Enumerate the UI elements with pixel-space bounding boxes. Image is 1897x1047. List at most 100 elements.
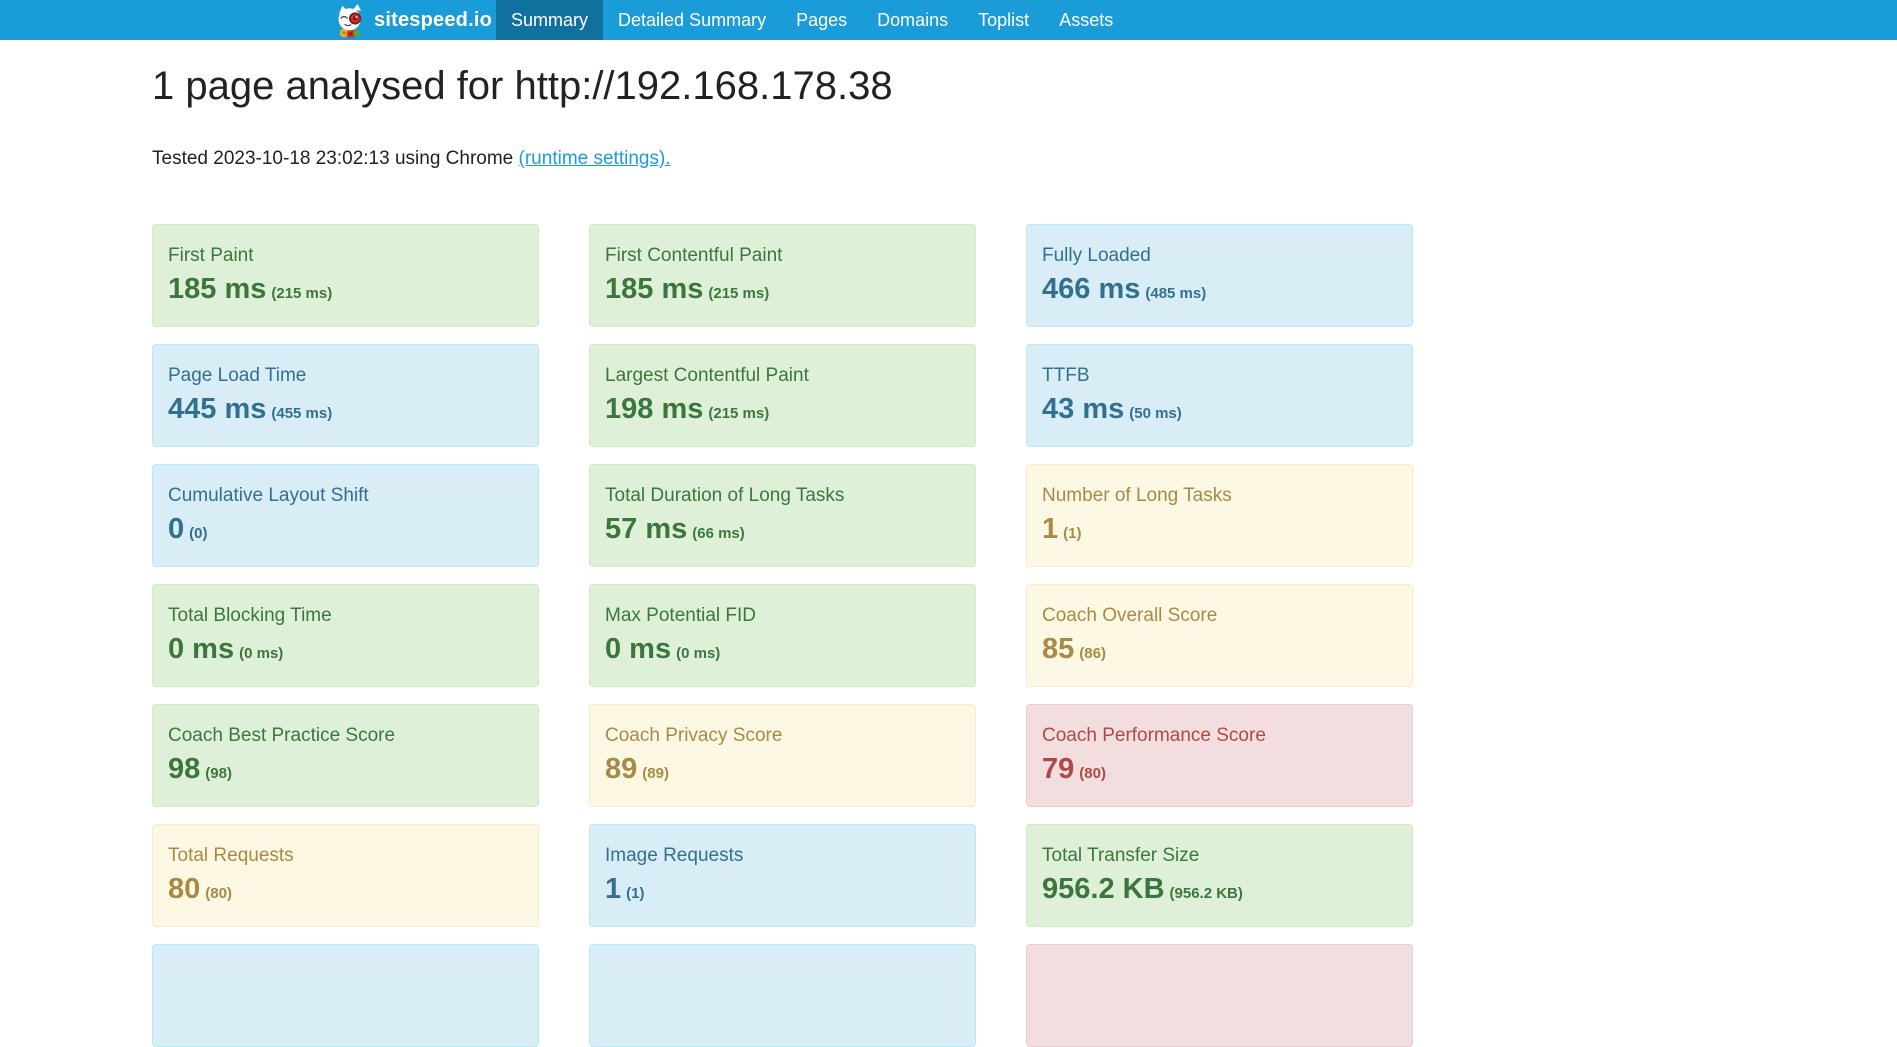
metric-valueline: 0 (0) [168, 513, 523, 546]
navbar-inner: sitespeed.io Summary Detailed Summary Page… [333, 0, 1128, 40]
metric-subvalue: (485 ms) [1145, 285, 1206, 302]
metric-subvalue: (215 ms) [708, 405, 769, 422]
metric-valueline: 0 ms (0 ms) [605, 633, 960, 666]
metric-subvalue: (89) [642, 765, 669, 782]
metric-label: Image Requests [605, 845, 960, 868]
tab-label: Summary [511, 10, 588, 31]
metric-label: Coach Performance Score [1042, 725, 1397, 748]
metric-label: Coach Best Practice Score [168, 725, 523, 748]
metric-card-total-transfer-size: Total Transfer Size 956.2 KB (956.2 KB) [1026, 824, 1413, 927]
metric-label: Total Requests [168, 845, 523, 868]
metric-card-cumulative-layout-shift: Cumulative Layout Shift 0 (0) [152, 464, 539, 567]
metric-card-total-blocking-time: Total Blocking Time 0 ms(0 ms) [152, 584, 539, 687]
metric-valueline: 445 ms (455 ms) [168, 393, 523, 426]
metric-value: 1 [605, 873, 621, 905]
metric-value: 956.2 KB [1042, 873, 1165, 905]
metric-value: 185 ms [168, 273, 266, 305]
metric-valueline: 185 ms(215 ms) [168, 273, 523, 306]
metric-value: 445 ms [168, 393, 266, 425]
metric-subvalue: (0) [189, 525, 207, 542]
metric-valueline: 1 (1) [1042, 513, 1397, 546]
nav-tabs: Summary Detailed Summary Pages Domains Topli… [496, 0, 1128, 40]
brand-text: sitespeed.io [374, 9, 492, 32]
metric-label: Coach Privacy Score [605, 725, 960, 748]
metric-subvalue: (1) [1063, 525, 1081, 542]
metric-subvalue: (0 ms) [676, 645, 720, 662]
tested-text: Tested 2023-10-18 23:02:13 using Chrome [152, 148, 519, 169]
metric-valueline: 89 (89) [605, 753, 960, 786]
metric-subvalue: (80) [205, 885, 232, 902]
tab-detailed-summary[interactable]: Detailed Summary [603, 0, 781, 40]
metric-value: 0 ms [168, 633, 234, 665]
metric-card-fully-loaded: Fully Loaded 466 ms(485 ms) [1026, 224, 1413, 327]
metric-value: 0 [168, 513, 184, 545]
metric-subvalue: (215 ms) [708, 285, 769, 302]
metric-label: Total Blocking Time [168, 605, 523, 628]
metric-valueline: 80 (80) [168, 873, 523, 906]
tab-label: Domains [877, 10, 948, 31]
metric-subvalue: (1) [626, 885, 644, 902]
metric-value: 89 [605, 753, 637, 785]
tab-assets[interactable]: Assets [1044, 0, 1128, 40]
metric-value: 185 ms [605, 273, 703, 305]
tested-line: Tested 2023-10-18 23:02:13 using Chrome … [152, 148, 1413, 170]
metric-label: Total Transfer Size [1042, 845, 1397, 868]
tab-label: Detailed Summary [618, 10, 766, 31]
metric-card-number-of-long-tasks: Number of Long Tasks 1 (1) [1026, 464, 1413, 567]
tab-summary[interactable]: Summary [496, 0, 603, 40]
metric-valueline: 79(80) [1042, 753, 1397, 786]
metric-valueline: 1 (1) [605, 873, 960, 906]
metric-card-image-requests: Image Requests 1 (1) [589, 824, 976, 927]
metric-subvalue: (66 ms) [692, 525, 745, 542]
runtime-settings-link[interactable]: (runtime settings). [519, 148, 671, 169]
metric-value: 0 ms [605, 633, 671, 665]
metric-card-total-duration-of-long-tasks: Total Duration of Long Tasks 57 ms(66 ms… [589, 464, 976, 567]
metric-valueline: 43 ms(50 ms) [1042, 393, 1397, 426]
main-content: 1 page analysed for http://192.168.178.3… [152, 64, 1413, 1047]
metric-label: Largest Contentful Paint [605, 365, 960, 388]
page-title: 1 page analysed for http://192.168.178.3… [152, 64, 1413, 108]
brand-link[interactable]: sitespeed.io [333, 0, 496, 40]
metric-label: First Paint [168, 245, 523, 268]
metric-label: Fully Loaded [1042, 245, 1397, 268]
metric-valueline: 466 ms(485 ms) [1042, 273, 1397, 306]
metric-card-page-load-time: Page Load Time 445 ms (455 ms) [152, 344, 539, 447]
metric-value: 80 [168, 873, 200, 905]
metric-label: Number of Long Tasks [1042, 485, 1397, 508]
metric-card-coach-overall-score: Coach Overall Score 85(86) [1026, 584, 1413, 687]
metric-value: 43 ms [1042, 393, 1124, 425]
metric-subvalue: (956.2 KB) [1170, 885, 1243, 902]
metric-card-partial [152, 944, 539, 1047]
tab-pages[interactable]: Pages [781, 0, 862, 40]
metric-value: 1 [1042, 513, 1058, 545]
metric-card-partial [1026, 944, 1413, 1047]
tab-label: Assets [1059, 10, 1113, 31]
metric-valueline: 0 ms(0 ms) [168, 633, 523, 666]
metric-value: 98 [168, 753, 200, 785]
metric-valueline: 98(98) [168, 753, 523, 786]
metric-card-ttfb: TTFB 43 ms(50 ms) [1026, 344, 1413, 447]
metric-card-first-paint: First Paint 185 ms(215 ms) [152, 224, 539, 327]
metric-valueline [605, 970, 960, 1003]
tab-label: Pages [796, 10, 847, 31]
metric-card-total-requests: Total Requests 80 (80) [152, 824, 539, 927]
tab-toplist[interactable]: Toplist [963, 0, 1044, 40]
metric-valueline: 198 ms (215 ms) [605, 393, 960, 426]
metric-label: TTFB [1042, 365, 1397, 388]
metric-label: Page Load Time [168, 365, 523, 388]
metric-card-first-contentful-paint: First Contentful Paint 185 ms (215 ms) [589, 224, 976, 327]
tab-label: Toplist [978, 10, 1029, 31]
metric-card-coach-privacy-score: Coach Privacy Score 89 (89) [589, 704, 976, 807]
metric-label: First Contentful Paint [605, 245, 960, 268]
metric-card-coach-best-practice-score: Coach Best Practice Score 98(98) [152, 704, 539, 807]
metric-subvalue: (86) [1079, 645, 1106, 662]
metric-valueline: 57 ms(66 ms) [605, 513, 960, 546]
metric-label: Cumulative Layout Shift [168, 485, 523, 508]
tab-domains[interactable]: Domains [862, 0, 963, 40]
metric-subvalue: (455 ms) [271, 405, 332, 422]
metric-subvalue: (80) [1079, 765, 1106, 782]
metric-label: Total Duration of Long Tasks [605, 485, 960, 508]
metric-value: 85 [1042, 633, 1074, 665]
metric-value: 198 ms [605, 393, 703, 425]
metric-card-coach-performance-score: Coach Performance Score 79(80) [1026, 704, 1413, 807]
